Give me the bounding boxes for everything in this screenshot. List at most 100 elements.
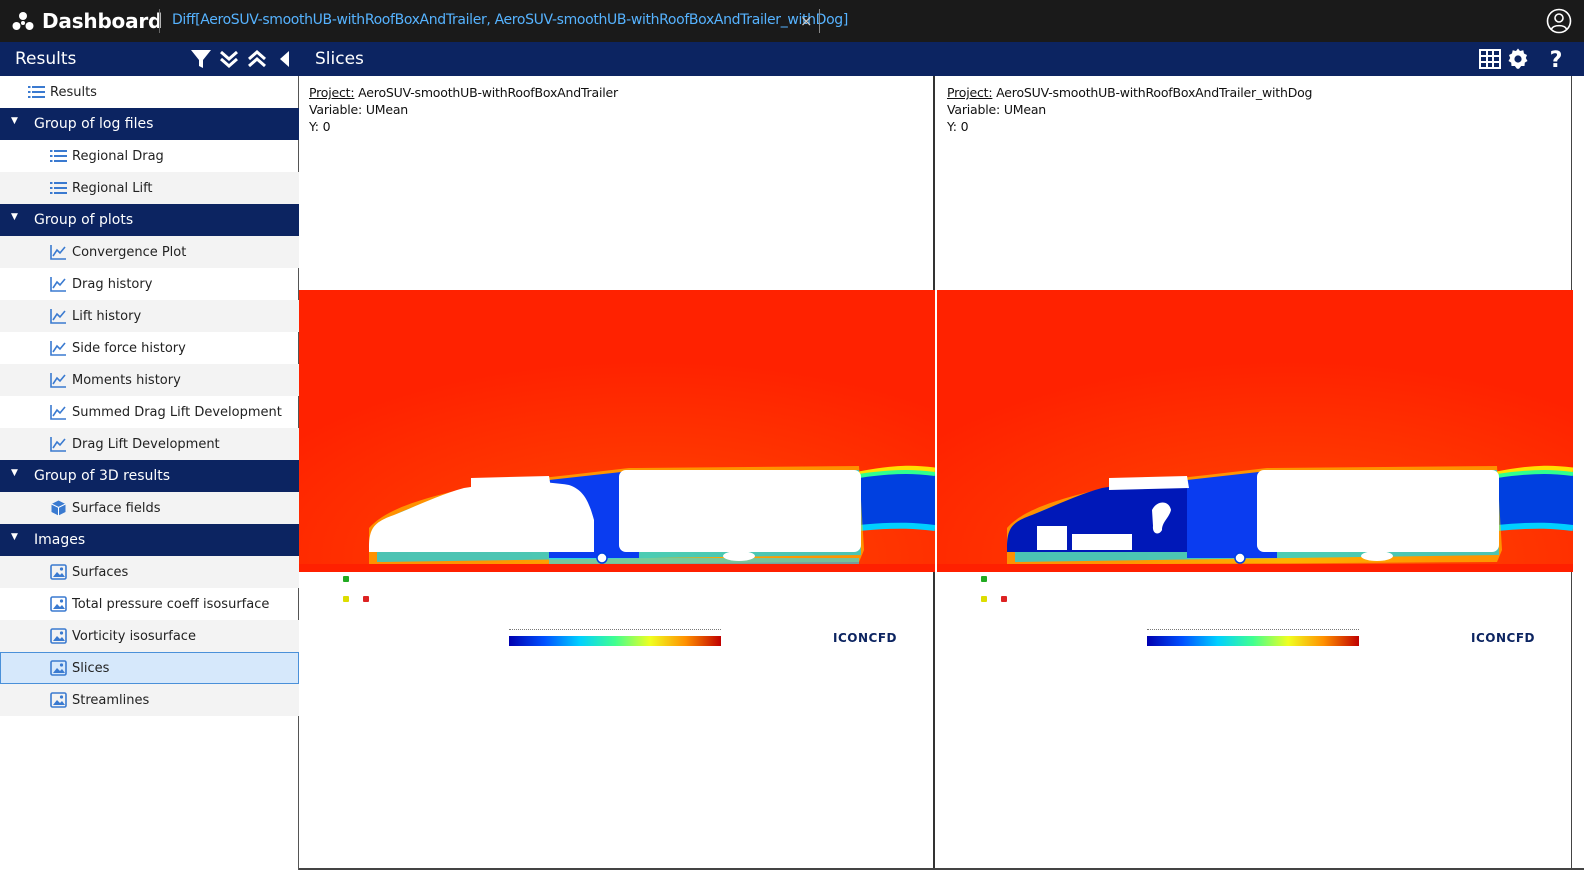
line-chart-icon	[50, 437, 66, 452]
sidebar-item-label: Convergence Plot	[72, 245, 187, 260]
help-icon[interactable]: ?	[1544, 47, 1568, 71]
line-chart-icon	[50, 277, 66, 292]
cube-icon	[51, 500, 66, 516]
header-bar: Results Slices ?	[0, 42, 1584, 76]
sidebar-item-vorticity[interactable]: Vorticity isosurface	[0, 620, 299, 652]
sidebar-item-surfaces[interactable]: Surfaces	[0, 556, 299, 588]
group-images[interactable]: ▼ Images	[0, 524, 299, 556]
sidebar-item-label: Drag Lift Development	[72, 437, 220, 452]
sidebar-item-label: Results	[50, 85, 97, 100]
filter-icon[interactable]	[189, 47, 213, 71]
sidebar-item-label: Vorticity isosurface	[72, 629, 196, 644]
sidebar-item-label: Slices	[72, 661, 110, 676]
collapse-sidebar-icon[interactable]	[272, 47, 296, 71]
logo-icon[interactable]	[12, 11, 34, 33]
sidebar-item-convergence-plot[interactable]: Convergence Plot	[0, 236, 299, 268]
axis-glyph	[363, 596, 369, 602]
sidebar-item-label: Regional Lift	[72, 181, 153, 196]
y-value: 0	[960, 119, 969, 134]
variable-label: Variable:	[309, 102, 363, 117]
divider	[298, 42, 299, 76]
axis-glyph	[343, 596, 349, 602]
line-chart-icon	[50, 373, 66, 388]
sidebar-item-drag-lift-development[interactable]: Drag Lift Development	[0, 428, 299, 460]
variable-value: UMean	[1003, 102, 1047, 117]
group-label: Group of log files	[34, 116, 154, 132]
sidebar-item-moments-history[interactable]: Moments history	[0, 364, 299, 396]
line-chart-icon	[50, 405, 66, 420]
caret-down-icon: ▼	[11, 212, 18, 222]
y-label: Y:	[947, 119, 957, 134]
brand-logo: ICONCFD	[1471, 631, 1535, 645]
group-plots[interactable]: ▼ Group of plots	[0, 204, 299, 236]
expand-all-icon[interactable]	[217, 47, 241, 71]
brand-logo: ICONCFD	[833, 631, 897, 645]
sidebar-item-label: Surface fields	[72, 501, 161, 516]
colorbar	[509, 636, 721, 646]
sidebar-item-summed-drag-lift[interactable]: Summed Drag Lift Development	[0, 396, 299, 428]
sidebar-item-regional-drag[interactable]: Regional Drag	[0, 140, 299, 172]
group-label: Group of plots	[34, 212, 134, 228]
slice-image	[299, 290, 935, 572]
sidebar-item-regional-lift[interactable]: Regional Lift	[0, 172, 299, 204]
group-3d-results[interactable]: ▼ Group of 3D results	[0, 460, 299, 492]
project-name: AeroSUV-smoothUB-withRoofBoxAndTrailer_w…	[996, 85, 1313, 100]
divider	[819, 9, 820, 33]
slice-panel-right[interactable]: Project: AeroSUV-smoothUB-withRoofBoxAnd…	[937, 76, 1573, 870]
project-name: AeroSUV-smoothUB-withRoofBoxAndTrailer	[358, 85, 618, 100]
sidebar-title: Results	[15, 49, 77, 69]
sidebar-item-results[interactable]: Results	[0, 76, 299, 108]
image-icon	[50, 660, 67, 676]
sidebar-item-side-force-history[interactable]: Side force history	[0, 332, 299, 364]
tab-diff[interactable]: Diff[AeroSUV-smoothUB-withRoofBoxAndTrai…	[172, 12, 848, 28]
line-chart-icon	[50, 309, 66, 324]
colorbar	[1147, 636, 1359, 646]
slice-panel-left[interactable]: Project: AeroSUV-smoothUB-withRoofBoxAnd…	[299, 76, 935, 870]
caret-down-icon: ▼	[11, 116, 18, 126]
project-label: Project:	[947, 85, 993, 100]
group-log-files[interactable]: ▼ Group of log files	[0, 108, 299, 140]
axis-glyph	[343, 576, 349, 582]
page-title: Slices	[315, 49, 364, 69]
caret-down-icon: ▼	[11, 532, 18, 542]
sidebar-item-streamlines[interactable]: Streamlines	[0, 684, 299, 716]
sidebar-item-lift-history[interactable]: Lift history	[0, 300, 299, 332]
svg-text:?: ?	[1550, 48, 1563, 71]
variable-label: Variable:	[947, 102, 1001, 117]
list-icon	[28, 86, 45, 98]
axis-glyph	[1001, 596, 1007, 602]
sidebar-item-label: Drag history	[72, 277, 153, 292]
panel-meta: Project: AeroSUV-smoothUB-withRoofBoxAnd…	[309, 84, 618, 135]
top-bar: Dashboard Diff[AeroSUV-smoothUB-withRoof…	[0, 0, 1584, 42]
collapse-all-icon[interactable]	[245, 47, 269, 71]
sidebar-item-slices[interactable]: Slices	[0, 652, 299, 684]
close-icon[interactable]: ×	[800, 12, 813, 30]
sidebar-item-total-pressure[interactable]: Total pressure coeff isosurface	[0, 588, 299, 620]
sidebar-item-label: Summed Drag Lift Development	[72, 405, 282, 420]
caret-down-icon: ▼	[11, 468, 18, 478]
sidebar-item-surface-fields[interactable]: Surface fields	[0, 492, 299, 524]
gear-icon[interactable]	[1506, 47, 1530, 71]
line-chart-icon	[50, 245, 66, 260]
image-icon	[50, 564, 67, 580]
axis-glyph	[981, 576, 987, 582]
sidebar-item-drag-history[interactable]: Drag history	[0, 268, 299, 300]
sidebar-item-label: Regional Drag	[72, 149, 164, 164]
app-title[interactable]: Dashboard	[42, 9, 162, 33]
list-icon	[50, 182, 67, 194]
line-chart-icon	[50, 341, 66, 356]
sidebar-item-label: Total pressure coeff isosurface	[72, 597, 270, 612]
panel-meta: Project: AeroSUV-smoothUB-withRoofBoxAnd…	[947, 84, 1312, 135]
image-icon	[50, 628, 67, 644]
list-icon	[50, 150, 67, 162]
variable-value: UMean	[365, 102, 409, 117]
user-account-icon[interactable]	[1546, 8, 1572, 34]
colorbar-ticks	[1147, 629, 1359, 634]
image-icon	[50, 596, 67, 612]
group-label: Images	[34, 532, 86, 548]
sidebar-item-label: Lift history	[72, 309, 142, 324]
divider	[159, 9, 160, 33]
colorbar-ticks	[509, 629, 721, 634]
grid-layout-icon[interactable]	[1478, 47, 1502, 71]
group-label: Group of 3D results	[34, 468, 171, 484]
